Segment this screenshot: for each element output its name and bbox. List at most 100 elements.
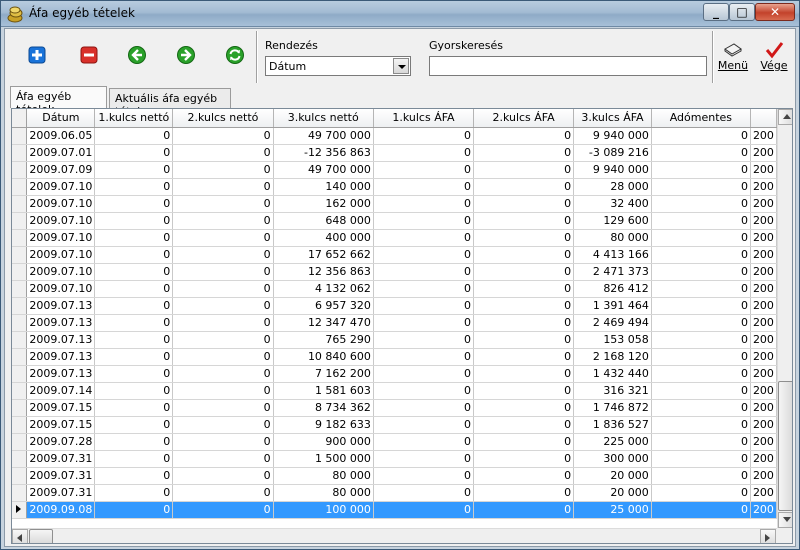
table-cell[interactable]: 2009.07.09 bbox=[26, 161, 96, 179]
table-cell[interactable]: 200 bbox=[750, 484, 777, 502]
sort-select[interactable]: Dátum bbox=[265, 56, 411, 76]
table-cell[interactable]: 2 471 373 bbox=[573, 263, 652, 281]
table-cell[interactable]: 1 746 872 bbox=[573, 399, 652, 417]
table-cell[interactable]: 0 bbox=[473, 297, 575, 315]
table-cell[interactable]: 80 000 bbox=[573, 229, 652, 247]
table-cell[interactable]: 0 bbox=[172, 484, 274, 502]
table-cell[interactable]: 200 bbox=[750, 280, 777, 298]
table-row[interactable]: 2009.07.10 0 0 12 356 863 0 0 2 471 373 0 200 bbox=[12, 263, 777, 281]
table-cell[interactable]: 9 940 000 bbox=[573, 127, 652, 145]
table-cell[interactable]: 2009.07.15 bbox=[26, 416, 96, 434]
table-cell[interactable]: 2009.07.13 bbox=[26, 331, 96, 349]
row-indicator[interactable] bbox=[12, 144, 28, 162]
table-row[interactable]: 2009.09.08 0 0 100 000 0 0 25 000 0 200 bbox=[12, 501, 777, 519]
table-cell[interactable]: 2009.07.31 bbox=[26, 450, 96, 468]
table-cell[interactable]: 0 bbox=[94, 484, 174, 502]
table-cell[interactable]: 12 347 470 bbox=[273, 314, 374, 332]
table-cell[interactable]: 0 bbox=[94, 144, 174, 162]
table-cell[interactable]: 0 bbox=[172, 178, 274, 196]
table-cell[interactable]: 0 bbox=[651, 399, 751, 417]
column-header[interactable]: 1.kulcs nettó bbox=[94, 109, 174, 128]
table-cell[interactable]: 80 000 bbox=[273, 467, 374, 485]
table-cell[interactable]: 49 700 000 bbox=[273, 161, 374, 179]
table-cell[interactable]: 2009.07.10 bbox=[26, 263, 96, 281]
table-cell[interactable]: 200 bbox=[750, 416, 777, 434]
table-cell[interactable]: 0 bbox=[172, 263, 274, 281]
table-cell[interactable]: 2009.07.10 bbox=[26, 280, 96, 298]
table-cell[interactable]: 0 bbox=[651, 314, 751, 332]
table-cell[interactable]: 0 bbox=[172, 246, 274, 264]
back-button[interactable] bbox=[127, 45, 147, 65]
table-cell[interactable]: 0 bbox=[172, 348, 274, 366]
table-cell[interactable]: 0 bbox=[94, 467, 174, 485]
table-cell[interactable]: 1 500 000 bbox=[273, 450, 374, 468]
table-cell[interactable]: 200 bbox=[750, 144, 777, 162]
table-cell[interactable]: 2009.07.13 bbox=[26, 348, 96, 366]
table-row[interactable]: 2009.07.10 0 0 17 652 662 0 0 4 413 166 0 200 bbox=[12, 246, 777, 264]
table-cell[interactable]: 200 bbox=[750, 229, 777, 247]
row-indicator[interactable] bbox=[12, 484, 28, 502]
search-input[interactable] bbox=[429, 56, 707, 76]
table-cell[interactable]: 0 bbox=[373, 501, 475, 519]
table-cell[interactable]: 0 bbox=[651, 195, 751, 213]
table-cell[interactable]: 153 058 bbox=[573, 331, 652, 349]
table-cell[interactable]: 0 bbox=[373, 178, 475, 196]
table-cell[interactable]: 0 bbox=[473, 399, 575, 417]
table-cell[interactable]: 0 bbox=[473, 501, 575, 519]
table-cell[interactable]: 2009.07.10 bbox=[26, 246, 96, 264]
table-cell[interactable]: 8 734 362 bbox=[273, 399, 374, 417]
table-cell[interactable]: 0 bbox=[94, 263, 174, 281]
title-bar[interactable]: Áfa egyéb tételek _ □ ✕ bbox=[1, 1, 799, 27]
row-indicator[interactable] bbox=[12, 416, 28, 434]
horizontal-scrollbar[interactable] bbox=[12, 528, 777, 543]
delete-button[interactable] bbox=[79, 45, 99, 65]
table-row[interactable]: 2009.07.01 0 0 -12 356 863 0 0 -3 089 216 0 200 bbox=[12, 144, 777, 162]
table-cell[interactable]: 0 bbox=[373, 331, 475, 349]
table-cell[interactable]: 2009.07.10 bbox=[26, 195, 96, 213]
table-cell[interactable]: 0 bbox=[172, 161, 274, 179]
table-cell[interactable]: 2009.07.10 bbox=[26, 229, 96, 247]
table-cell[interactable]: 0 bbox=[473, 382, 575, 400]
row-indicator[interactable] bbox=[12, 365, 28, 383]
table-cell[interactable]: 0 bbox=[473, 212, 575, 230]
table-cell[interactable]: 0 bbox=[172, 280, 274, 298]
row-indicator[interactable] bbox=[12, 246, 28, 264]
table-cell[interactable]: 0 bbox=[651, 297, 751, 315]
table-cell[interactable]: 2009.07.13 bbox=[26, 365, 96, 383]
table-cell[interactable]: 0 bbox=[651, 144, 751, 162]
table-cell[interactable]: 2009.07.31 bbox=[26, 484, 96, 502]
table-cell[interactable]: 0 bbox=[373, 195, 475, 213]
table-cell[interactable]: 12 356 863 bbox=[273, 263, 374, 281]
row-indicator[interactable] bbox=[12, 195, 28, 213]
table-cell[interactable]: 0 bbox=[94, 450, 174, 468]
vertical-scrollbar[interactable] bbox=[777, 109, 792, 528]
table-cell[interactable]: 0 bbox=[172, 127, 274, 145]
table-cell[interactable]: 0 bbox=[473, 348, 575, 366]
table-row[interactable]: 2009.07.10 0 0 400 000 0 0 80 000 0 200 bbox=[12, 229, 777, 247]
table-row[interactable]: 2009.07.31 0 0 1 500 000 0 0 300 000 0 200 bbox=[12, 450, 777, 468]
table-cell[interactable]: 0 bbox=[473, 161, 575, 179]
table-cell[interactable]: 0 bbox=[172, 416, 274, 434]
table-cell[interactable]: 129 600 bbox=[573, 212, 652, 230]
column-header[interactable]: 3.kulcs nettó bbox=[273, 109, 374, 128]
table-row[interactable]: 2009.07.13 0 0 12 347 470 0 0 2 469 494 0 200 bbox=[12, 314, 777, 332]
row-indicator[interactable] bbox=[12, 263, 28, 281]
table-cell[interactable]: 49 700 000 bbox=[273, 127, 374, 145]
row-indicator[interactable] bbox=[12, 331, 28, 349]
table-cell[interactable]: 0 bbox=[473, 178, 575, 196]
column-header[interactable]: 2.kulcs ÁFA bbox=[473, 109, 575, 128]
table-cell[interactable]: 2009.07.10 bbox=[26, 178, 96, 196]
row-indicator[interactable] bbox=[12, 382, 28, 400]
table-row[interactable]: 2009.06.05 0 0 49 700 000 0 0 9 940 000 0 200 bbox=[12, 127, 777, 145]
table-cell[interactable]: 0 bbox=[172, 501, 274, 519]
table-cell[interactable]: 20 000 bbox=[573, 467, 652, 485]
table-cell[interactable]: 4 413 166 bbox=[573, 246, 652, 264]
table-cell[interactable]: 0 bbox=[172, 229, 274, 247]
table-cell[interactable]: 0 bbox=[94, 501, 174, 519]
table-cell[interactable]: 0 bbox=[172, 450, 274, 468]
table-cell[interactable]: 0 bbox=[94, 416, 174, 434]
table-cell[interactable]: 400 000 bbox=[273, 229, 374, 247]
table-cell[interactable]: 0 bbox=[373, 348, 475, 366]
table-row[interactable]: 2009.07.10 0 0 4 132 062 0 0 826 412 0 200 bbox=[12, 280, 777, 298]
table-cell[interactable]: 0 bbox=[651, 382, 751, 400]
